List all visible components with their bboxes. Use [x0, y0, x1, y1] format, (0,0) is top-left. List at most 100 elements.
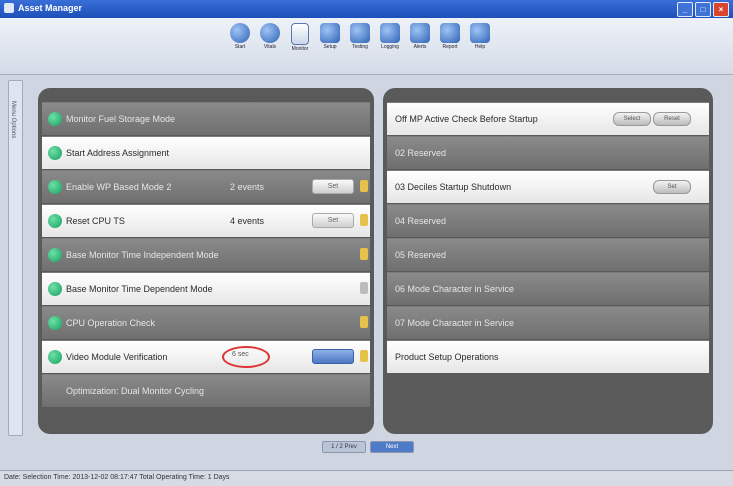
left-panel-row[interactable]: Monitor Fuel Storage Mode	[42, 102, 370, 135]
side-tab-label: Menu Options	[10, 101, 16, 139]
row-action-button[interactable]: Select	[613, 112, 651, 126]
toolbar-button-help[interactable]: Help	[466, 21, 494, 52]
toolbar-button-vitals[interactable]: Vitals	[256, 21, 284, 52]
left-panel-row[interactable]: Start Address Assignment	[42, 136, 370, 169]
row-value: 4 events	[230, 216, 265, 226]
toolbar-button-start[interactable]: Start	[226, 21, 254, 52]
left-panel-row[interactable]: Video Module Verification 6 sec	[42, 340, 370, 373]
status-indicator-icon	[48, 112, 62, 126]
row-label: 04 Reserved	[395, 216, 447, 226]
toolbar-button-label: Vitals	[263, 44, 277, 50]
lock-icon[interactable]	[360, 316, 368, 328]
highlight-circle: 6 sec	[222, 346, 270, 368]
lock-icon[interactable]	[360, 180, 368, 192]
row-label: Off MP Active Check Before Startup	[395, 114, 538, 124]
row-label: Start Address Assignment	[66, 148, 170, 158]
app-icon	[4, 3, 14, 13]
row-label: Monitor Fuel Storage Mode	[66, 114, 176, 124]
row-label: Enable WP Based Mode 2	[66, 182, 172, 192]
settings-icon	[320, 23, 340, 43]
right-panel-row[interactable]: 06 Mode Character in Service	[387, 272, 709, 305]
right-panel-row[interactable]: 05 Reserved	[387, 238, 709, 271]
right-panel-row[interactable]: 04 Reserved	[387, 204, 709, 237]
lock-icon[interactable]	[360, 248, 368, 260]
right-panel-row[interactable]: Off MP Active Check Before Startup Select…	[387, 102, 709, 135]
toolbar-button-label: Monitor	[291, 46, 309, 52]
maximize-button[interactable]: □	[695, 2, 711, 17]
side-tab[interactable]: Menu Options	[8, 80, 23, 436]
title-bar: Asset Manager _ □ ×	[0, 0, 733, 18]
row-label: 05 Reserved	[395, 250, 447, 260]
status-indicator-icon	[48, 316, 62, 330]
right-panel: Off MP Active Check Before Startup Select…	[383, 88, 713, 434]
row-set-button[interactable]	[312, 349, 354, 364]
right-panel-row[interactable]: 02 Reserved	[387, 136, 709, 169]
row-label: Optimization: Dual Monitor Cycling	[66, 386, 205, 396]
right-panel-row[interactable]: 07 Mode Character in Service	[387, 306, 709, 339]
left-panel-row[interactable]: CPU Operation Check	[42, 306, 370, 339]
toolbar-button-label: Start	[234, 44, 246, 50]
right-panel-row[interactable]: 03 Deciles Startup Shutdown Set	[387, 170, 709, 203]
toolbar-button-testing[interactable]: Testing	[346, 21, 374, 52]
highlight-value: 6 sec	[232, 351, 249, 358]
row-label: Base Monitor Time Dependent Mode	[66, 284, 213, 294]
row-value: 2 events	[230, 182, 265, 192]
status-indicator-icon	[48, 146, 62, 160]
left-panel-row[interactable]: Enable WP Based Mode 2 2 events Set	[42, 170, 370, 203]
toolbar-button-label: Testing	[352, 44, 368, 50]
status-indicator-icon	[48, 248, 62, 262]
help-icon	[470, 23, 490, 43]
toolbar-button-alerts[interactable]: Alerts	[406, 21, 434, 52]
pager-next-button[interactable]: Next	[370, 441, 414, 453]
toolbar-button-logging[interactable]: Logging	[376, 21, 404, 52]
right-panel-row[interactable]: Product Setup Operations	[387, 340, 709, 373]
toolbar-button-label: Setup	[323, 44, 337, 50]
left-panel-row[interactable]: Reset CPU TS 4 events Set	[42, 204, 370, 237]
left-panel-row[interactable]: Optimization: Dual Monitor Cycling	[42, 374, 370, 407]
row-label: Base Monitor Time Independent Mode	[66, 250, 219, 260]
gauge-icon	[260, 23, 280, 43]
status-indicator-icon	[48, 214, 62, 228]
lock-icon[interactable]	[360, 214, 368, 226]
toolbar-button-monitor[interactable]: Monitor	[286, 21, 314, 52]
toolbar-button-label: Help	[474, 44, 486, 50]
log-icon	[380, 23, 400, 43]
status-indicator-icon	[48, 350, 62, 364]
status-text: Date: Selection Time: 2013-12-02 08:17:4…	[4, 474, 230, 481]
toolbar-button-label: Report	[442, 44, 458, 50]
row-label: 03 Deciles Startup Shutdown	[395, 182, 512, 192]
status-indicator-icon	[48, 180, 62, 194]
document-icon	[291, 23, 309, 45]
row-label: Product Setup Operations	[395, 352, 499, 362]
row-label: Reset CPU TS	[66, 216, 125, 226]
pager: 1 / 2 Prev Next	[322, 441, 414, 453]
row-set-button[interactable]: Set	[312, 179, 354, 194]
row-set-button[interactable]: Set	[312, 213, 354, 228]
left-panel-row[interactable]: Base Monitor Time Dependent Mode	[42, 272, 370, 305]
toolbar-button-setup[interactable]: Setup	[316, 21, 344, 52]
report-icon	[440, 23, 460, 43]
left-panel-row[interactable]: Base Monitor Time Independent Mode	[42, 238, 370, 271]
row-label: Video Module Verification	[66, 352, 168, 362]
window-controls: _ □ ×	[677, 2, 729, 17]
status-bar: Date: Selection Time: 2013-12-02 08:17:4…	[0, 470, 733, 486]
play-icon	[230, 23, 250, 43]
row-label: 07 Mode Character in Service	[395, 318, 515, 328]
window-title: Asset Manager	[18, 3, 83, 13]
row-action-button[interactable]: Reset	[653, 112, 691, 126]
main-toolbar: Start Vitals Monitor Setup Testing Logging Ale…	[0, 18, 733, 75]
left-panel: Monitor Fuel Storage Mode Start Address A…	[38, 88, 374, 434]
pager-prev-button[interactable]: 1 / 2 Prev	[322, 441, 366, 453]
toolbar-button-label: Logging	[381, 44, 399, 50]
lock-icon[interactable]	[360, 282, 368, 294]
chart-icon	[350, 23, 370, 43]
toolbar-button-report[interactable]: Report	[436, 21, 464, 52]
close-button[interactable]: ×	[713, 2, 729, 17]
wand-icon	[410, 23, 430, 43]
toolbar-button-label: Alerts	[413, 44, 427, 50]
row-label: CPU Operation Check	[66, 318, 156, 328]
minimize-button[interactable]: _	[677, 2, 693, 17]
row-label: 06 Mode Character in Service	[395, 284, 515, 294]
lock-icon[interactable]	[360, 350, 368, 362]
row-action-button[interactable]: Set	[653, 180, 691, 194]
